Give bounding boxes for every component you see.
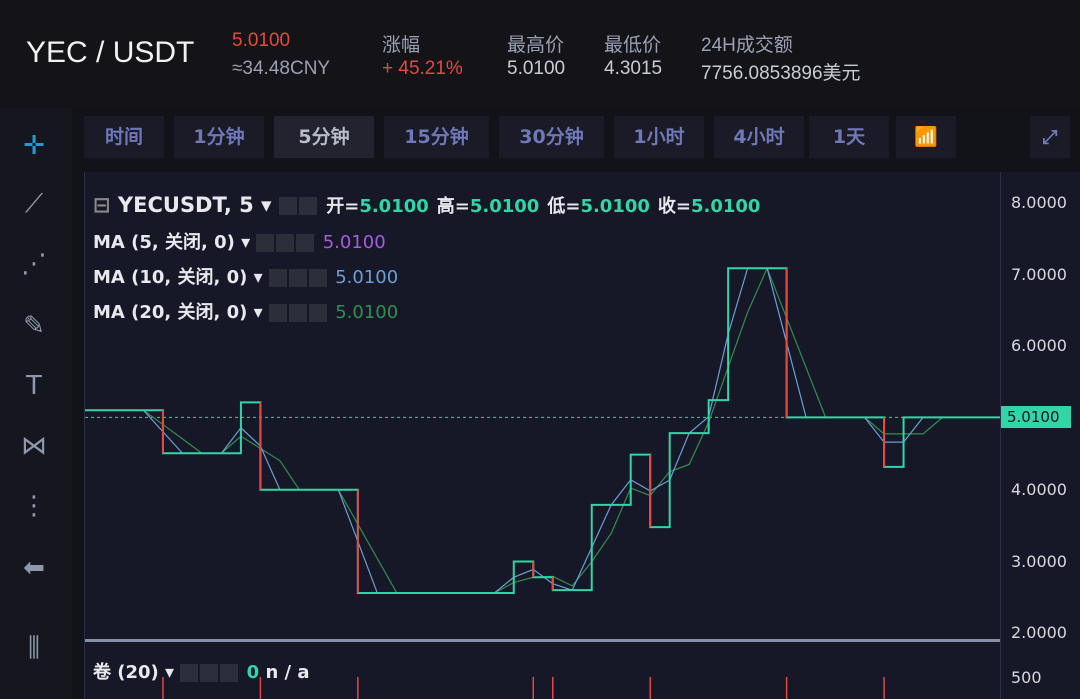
ma-legend[interactable]: MA (5, 关闭, 0) ▾ 5.0100 [93,228,386,254]
settings-icon[interactable] [276,234,295,252]
eye-icon[interactable] [256,234,275,252]
timeframe-tab[interactable]: 时间 [84,116,164,158]
y-tick: 6.0000 [1011,336,1067,356]
timeframe-tab[interactable]: 1分钟 [174,116,264,158]
crosshair-icon[interactable]: ✛ [14,126,54,166]
eye-icon[interactable] [180,664,199,682]
pane-divider[interactable] [85,639,1001,642]
stat-label: 24H成交额 [701,35,793,56]
price-chart[interactable]: ⊟ YECUSDT, 5 ▾ 开=5.0100 高=5.0100 低=5.0100 收… [84,172,1080,699]
y-tick: 2.0000 [1011,623,1067,643]
trendline-icon[interactable]: ⟋ [14,184,54,224]
symbol-legend[interactable]: ⊟ YECUSDT, 5 ▾ 开=5.0100 高=5.0100 低=5.0100 收… [93,192,768,218]
ohlc-value: 5.0100 [691,196,761,217]
stat-value: 5.0100 [507,58,566,79]
settings-icon[interactable] [298,197,317,215]
ohlc-value: 5.0100 [359,196,429,217]
collapse-icon[interactable]: ⊟ [93,193,111,217]
fib-icon[interactable]: ⋰ [14,244,54,284]
text-icon[interactable]: T [14,366,54,406]
timeframe-tab[interactable]: 4小时 [714,116,804,158]
ma-label: MA (20, 关闭, 0) [93,302,248,323]
pair-title: YEC / USDT [26,36,195,69]
price-cny: ≈34.48CNY [232,58,331,79]
candles-icon[interactable]: ⫼ [14,628,54,668]
stat-value: 4.3015 [604,58,663,79]
stat-label: 最高价 [507,35,565,56]
close-icon[interactable] [308,269,327,287]
drawing-toolbar: ✛ ⟋ ⋰ ✎ T ⋈ ⋮ ⬅ ⫼ [0,108,72,699]
ma-value: 5.0100 [335,267,399,288]
last-price-label: 5.0100 [1001,406,1071,429]
back-arrow-icon[interactable]: ⬅ [14,548,54,588]
ohlc-key: 高= [436,196,470,217]
stat-value: 7756.0853896美元 [701,63,861,84]
timeframe-tab[interactable]: 15分钟 [384,116,489,158]
ma-value: 5.0100 [335,302,399,323]
stat-value: + 45.21% [382,58,463,79]
y-tick: 8.0000 [1011,193,1067,212]
eye-icon[interactable] [278,197,297,215]
stat-label: 涨幅 [382,35,421,56]
y-tick: 4.0000 [1011,479,1067,499]
ma-value: 5.0100 [322,232,386,253]
volume-na: n / a [265,662,310,683]
brush-icon[interactable]: ✎ [14,306,54,346]
volume-label: 卷 (20) [93,662,159,683]
y-tick: 3.0000 [1011,551,1067,571]
eye-icon[interactable] [268,304,287,322]
eye-icon[interactable] [268,269,287,287]
symbol-label: YECUSDT, 5 [117,193,254,217]
ma-legend[interactable]: MA (20, 关闭, 0) ▾ 5.0100 [93,298,398,324]
pattern-icon[interactable]: ⋈ [14,426,54,466]
last-price: 5.0100 [232,30,291,51]
ma-label: MA (10, 关闭, 0) [93,267,248,288]
header: YEC / USDT 5.0100 ≈34.48CNY 涨幅 + 45.21% 最高… [0,0,1080,108]
ohlc-key: 低= [547,196,581,217]
fullscreen-icon[interactable]: ⤢ [1030,116,1070,158]
stat-label: 最低价 [604,35,662,56]
ma-legend[interactable]: MA (10, 关闭, 0) ▾ 5.0100 [93,263,398,289]
close-icon[interactable] [308,304,327,322]
ohlc-value: 5.0100 [580,196,650,217]
settings-icon[interactable] [288,304,307,322]
close-icon[interactable] [220,664,239,682]
timeframe-bar: 时间 1分钟 5分钟 15分钟 30分钟 1小时 4小时 1天 📶 [84,116,1080,160]
price-axis[interactable]: 8.00007.00006.00005.00004.00003.00002.00… [1000,172,1080,699]
timeframe-tab[interactable]: 1小时 [614,116,704,158]
close-icon[interactable] [296,234,315,252]
ohlc-value: 5.0100 [469,196,540,217]
ohlc-key: 收= [657,196,691,217]
ohlc-key: 开= [326,196,360,217]
ma-label: MA (5, 关闭, 0) [93,232,235,253]
timeframe-tab[interactable]: 30分钟 [499,116,604,158]
volume-legend: 卷 (20) ▾ 0 n / a [93,662,310,683]
chart-type-icon[interactable]: 📶 [896,116,956,158]
settings-icon[interactable] [288,269,307,287]
volume-value: 0 [246,662,260,683]
timeframe-tab[interactable]: 5分钟 [274,116,374,158]
volume-tick: 500 [1011,668,1042,687]
measure-icon[interactable]: ⋮ [14,486,54,526]
settings-icon[interactable] [200,664,219,682]
y-tick: 7.0000 [1011,264,1067,284]
timeframe-tab[interactable]: 1天 [809,116,889,158]
